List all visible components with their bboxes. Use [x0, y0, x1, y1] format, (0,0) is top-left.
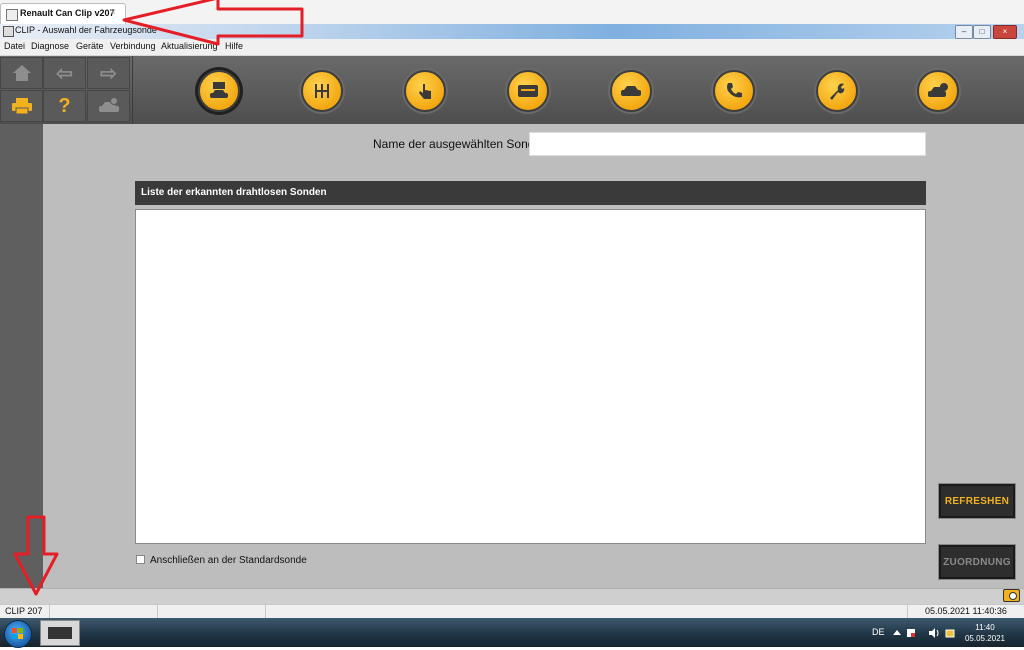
- app-icon: [3, 26, 14, 37]
- status-datetime: 05.05.2021 11:40:36: [925, 606, 1007, 616]
- home-icon[interactable]: [0, 57, 43, 89]
- tab-close-icon[interactable]: ×: [110, 7, 116, 18]
- bottom-bar: [0, 588, 1024, 605]
- toolbar-separator: [132, 56, 133, 124]
- assign-button[interactable]: ZUORDNUNG: [939, 545, 1015, 579]
- camera-lens: [1009, 592, 1017, 600]
- tray-date: 05.05.2021: [964, 634, 1006, 643]
- card-icon[interactable]: [507, 70, 549, 112]
- probe-list-header: Liste der erkannten drahtlosen Sonden: [135, 181, 926, 205]
- language-indicator[interactable]: DE: [872, 627, 885, 637]
- window-title: CLIP - Auswahl der Fahrzeugsonde: [15, 25, 157, 35]
- status-bar: CLIP 207 05.05.2021 11:40:36: [0, 604, 1024, 619]
- help-icon[interactable]: ?: [43, 90, 86, 122]
- printer-icon[interactable]: [0, 90, 43, 122]
- car-tools-icon[interactable]: [610, 70, 652, 112]
- probe-name-label: Name der ausgewählten Sonde: [373, 137, 542, 151]
- menu-aktualisierung[interactable]: Aktualisierung: [161, 41, 218, 51]
- wrench-icon[interactable]: [816, 70, 858, 112]
- menu-hilfe[interactable]: Hilfe: [225, 41, 243, 51]
- maximize-button[interactable]: □: [973, 25, 991, 39]
- vehicle-alert-icon[interactable]: [87, 90, 130, 122]
- standard-probe-label: Anschließen an der Standardsonde: [150, 555, 307, 566]
- probe-list-title: Liste der erkannten drahtlosen Sonden: [141, 187, 327, 198]
- power-icon[interactable]: [945, 628, 955, 638]
- tray-clock[interactable]: 11:40 05.05.2021: [960, 622, 1010, 644]
- minimize-button[interactable]: –: [955, 25, 973, 39]
- taskbar-clip-app[interactable]: [40, 620, 80, 646]
- vehicle-diagnostic-icon[interactable]: [198, 70, 240, 112]
- refresh-button[interactable]: REFRESHEN: [939, 484, 1015, 518]
- back-arrow-icon[interactable]: ⇦: [43, 57, 86, 89]
- menu-geraete[interactable]: Geräte: [76, 41, 104, 51]
- vehicle-check-icon[interactable]: [917, 70, 959, 112]
- start-button[interactable]: [4, 620, 32, 648]
- probe-name-field[interactable]: [529, 132, 926, 156]
- menu-diagnose[interactable]: Diagnose: [31, 41, 69, 51]
- status-product: CLIP 207: [5, 606, 43, 616]
- menu-bar: Datei Diagnose Geräte Verbindung Aktuali…: [0, 39, 1024, 56]
- wireless-probe-list[interactable]: [135, 209, 926, 544]
- window-title-bar: CLIP - Auswahl der Fahrzeugsonde – □ ×: [0, 24, 1024, 39]
- status-cell: [50, 605, 158, 619]
- status-cell: [158, 605, 266, 619]
- browser-tab[interactable]: Renault Can Clip v207 ×: [0, 3, 126, 25]
- browser-tab-bar: Renault Can Clip v207 ×: [0, 0, 1024, 25]
- gearbox-icon[interactable]: [301, 70, 343, 112]
- menu-datei[interactable]: Datei: [4, 41, 25, 51]
- browser-tab-title: Renault Can Clip v207: [20, 8, 115, 18]
- app-thumbnail-icon: [48, 627, 72, 639]
- forward-arrow-icon[interactable]: ⇨: [87, 57, 130, 89]
- camera-icon[interactable]: [1003, 589, 1020, 602]
- clip-app-icon: [6, 9, 18, 21]
- taskbar: [0, 618, 1024, 647]
- touch-icon[interactable]: [404, 70, 446, 112]
- window-close-button[interactable]: ×: [993, 25, 1017, 39]
- tray-time: 11:40: [975, 623, 995, 632]
- standard-probe-checkbox[interactable]: [136, 555, 145, 564]
- left-rail: [0, 124, 43, 588]
- status-cell: [266, 605, 908, 619]
- menu-verbindung[interactable]: Verbindung: [110, 41, 156, 51]
- tray-expand-icon[interactable]: [892, 628, 902, 638]
- volume-icon[interactable]: [928, 628, 939, 638]
- network-flag-icon[interactable]: [906, 628, 916, 638]
- phone-icon[interactable]: [713, 70, 755, 112]
